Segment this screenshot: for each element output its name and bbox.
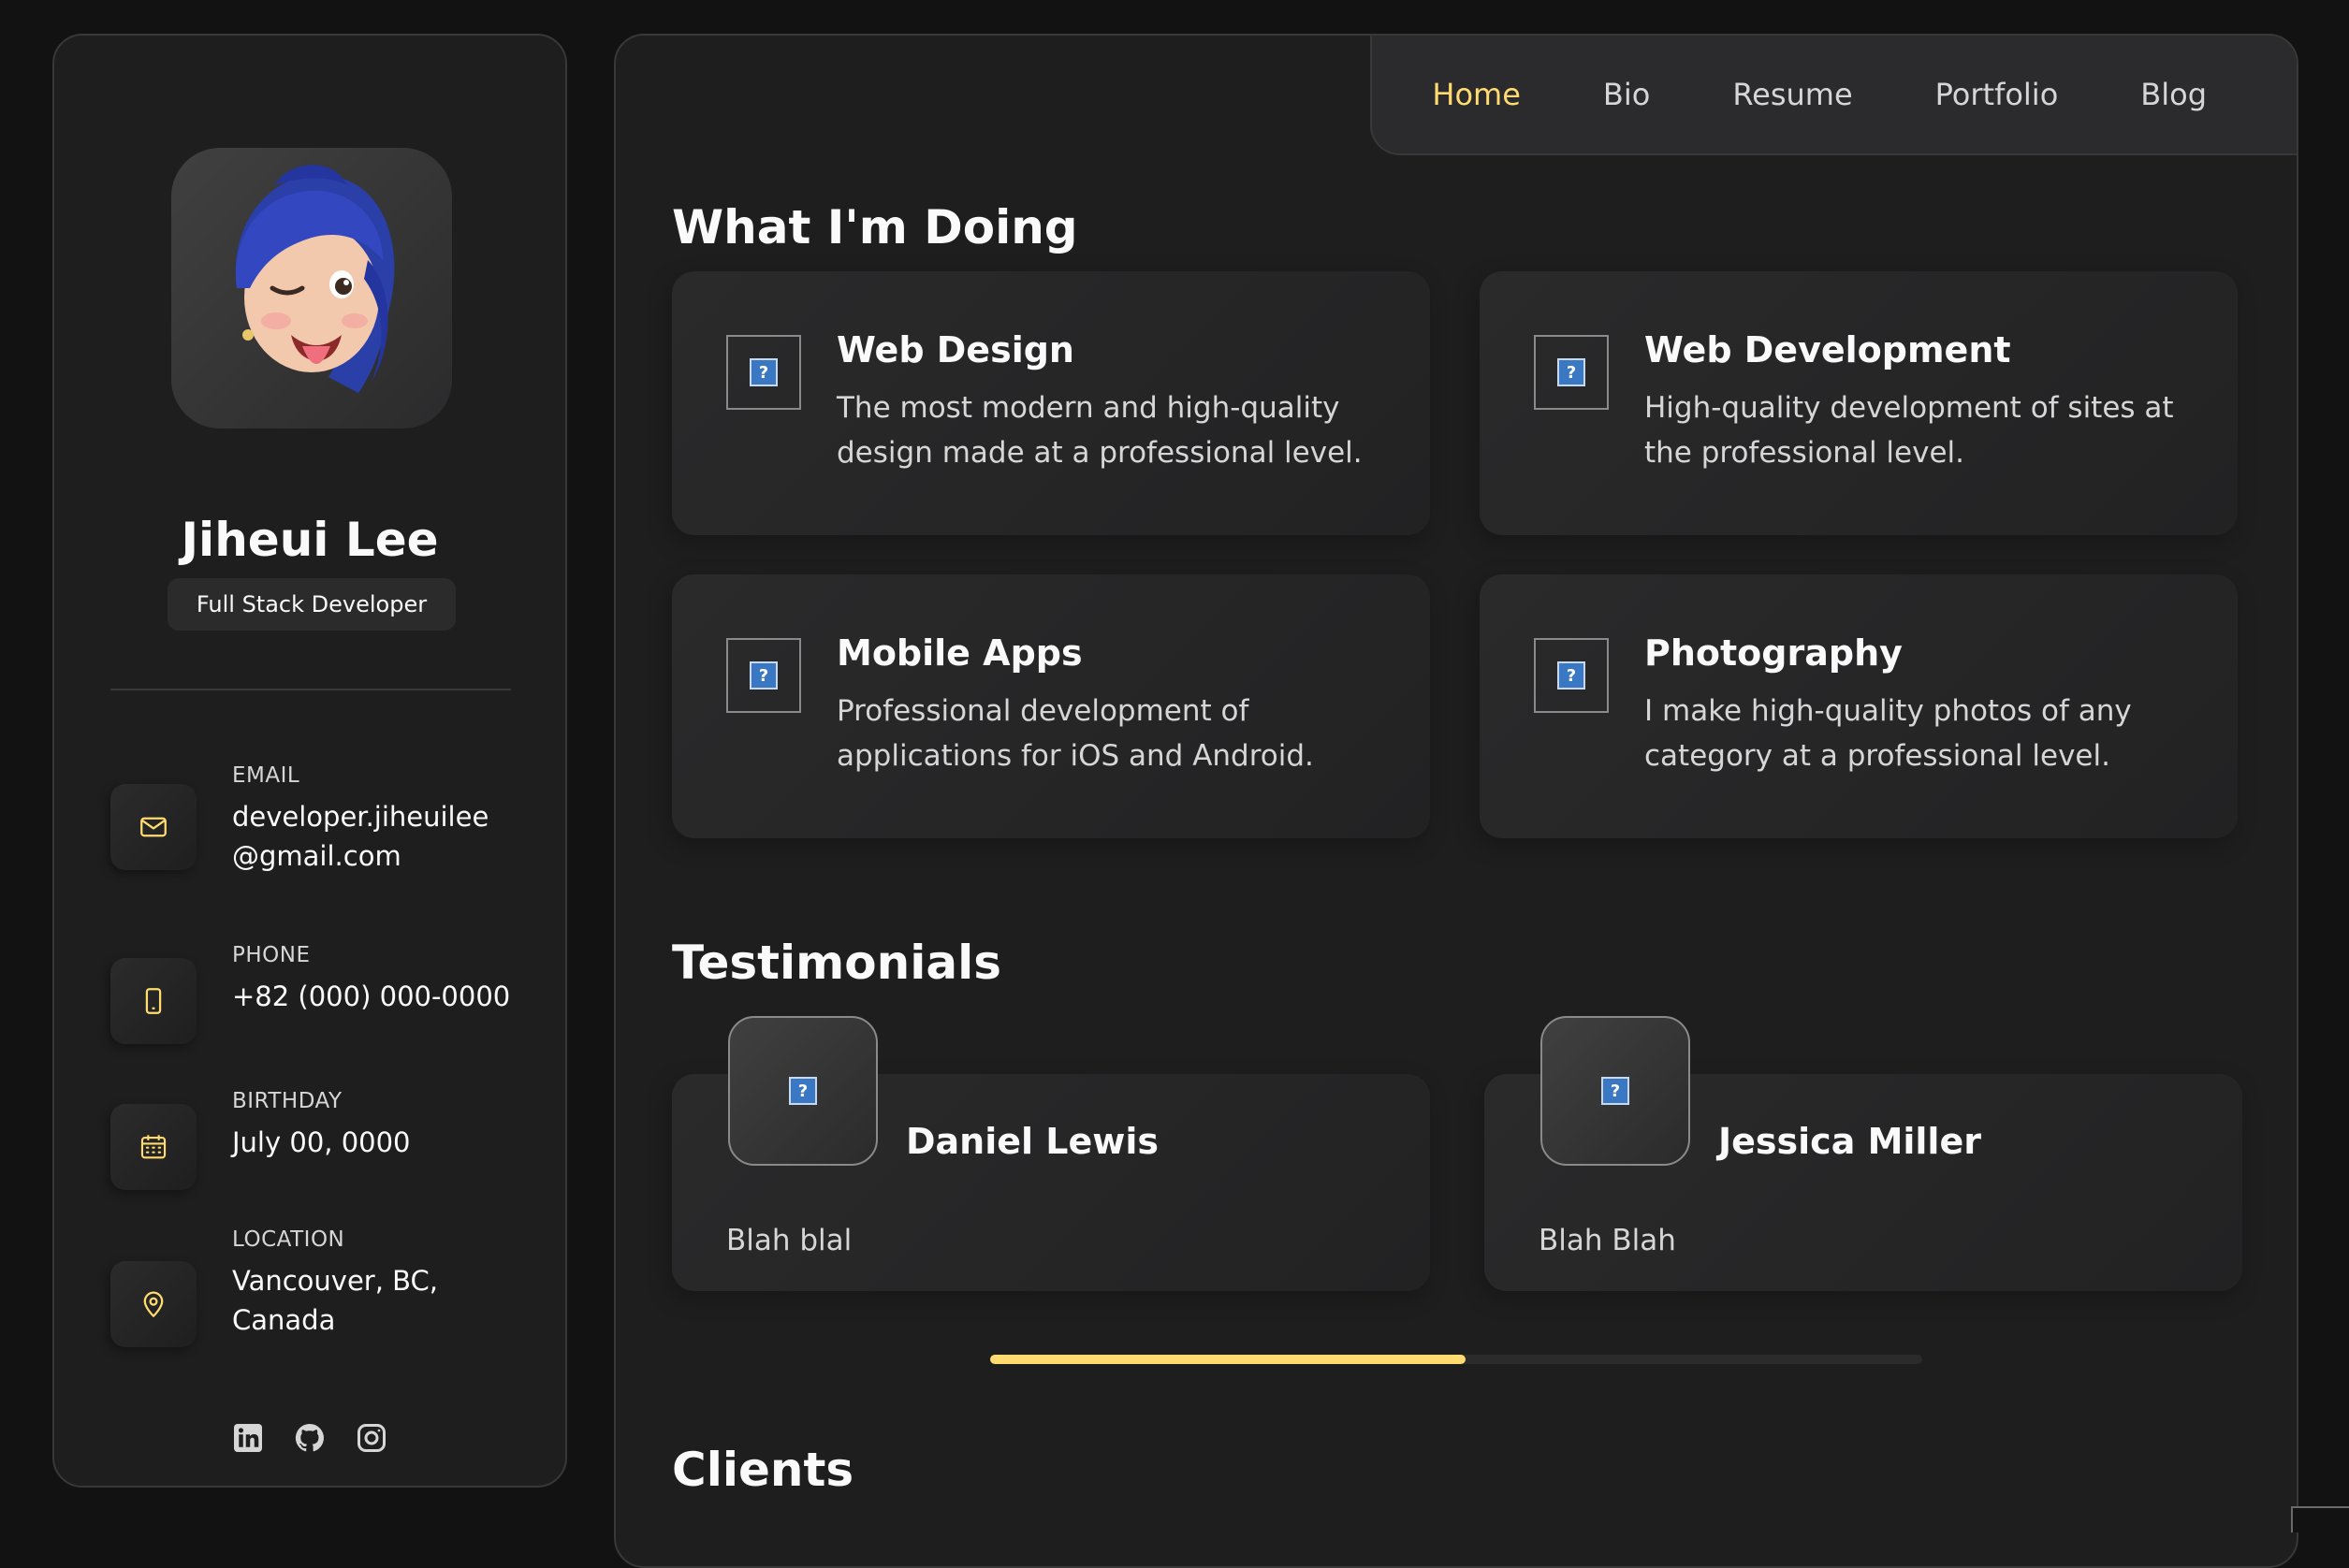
role-badge: Full Stack Developer [168,578,456,631]
testimonial-name: Daniel Lewis [906,1121,1160,1162]
testimonial-text: Blah Blah [1539,1224,1676,1257]
service-card-photography: ? Photography I make high-quality photos… [1480,574,2238,838]
contact-birthday: BIRTHDAY July 00, 0000 [110,1089,522,1201]
mail-icon [110,784,197,870]
broken-image-icon: ? [1534,638,1609,713]
corner-widget [2291,1506,2349,1532]
service-title: Web Development [1644,329,2011,370]
contact-phone-label: PHONE [232,943,311,967]
services-title: What I'm Doing [672,200,1078,254]
service-text: Professional development of applications… [837,694,1314,773]
contact-birthday-value: July 00, 0000 [232,1126,411,1158]
testimonials-title: Testimonials [672,936,1002,990]
main-content: Home Bio Resume Portfolio Blog What I'm … [614,34,2298,1568]
broken-image-icon: ? [726,638,801,713]
sidebar-divider [110,689,511,690]
social-links [54,1420,565,1456]
location-pin-icon [110,1261,197,1347]
testimonials-scrollbar[interactable] [990,1355,1922,1364]
service-card-web-development: ? Web Development High-quality developme… [1480,271,2238,535]
clients-title: Clients [672,1443,854,1497]
instagram-icon[interactable] [354,1420,389,1456]
avatar [171,148,452,428]
testimonial-text: Blah blal [726,1224,853,1257]
nav-blog[interactable]: Blog [2140,77,2207,112]
contact-email-value[interactable]: developer.jiheuilee @gmail.com [232,797,532,876]
github-icon[interactable] [292,1420,328,1456]
service-title: Mobile Apps [837,632,1083,674]
service-title: Photography [1644,632,1903,674]
sidebar: Jiheui Lee Full Stack Developer EMAIL de… [52,34,567,1488]
linkedin-icon[interactable] [230,1420,266,1456]
contact-phone-value[interactable]: +82 (000) 000-0000 [232,977,532,1016]
scrollbar-thumb[interactable] [990,1355,1466,1364]
memoji-avatar-icon [235,165,395,393]
calendar-icon [110,1104,197,1190]
testimonial-name: Jessica Miller [1718,1121,1981,1162]
broken-image-icon: ? [1601,1077,1629,1105]
phone-icon [110,958,197,1044]
navbar: Home Bio Resume Portfolio Blog [1370,36,2297,155]
testimonial-avatar: ? [1540,1016,1690,1166]
nav-portfolio[interactable]: Portfolio [1935,77,2059,112]
broken-image-icon: ? [726,335,801,410]
service-title: Web Design [837,329,1074,370]
contact-location-value: Vancouver, BC, Canada [232,1265,439,1336]
broken-image-icon: ? [789,1077,817,1105]
nav-resume[interactable]: Resume [1732,77,1852,112]
contact-location: LOCATION Vancouver, BC, Canada [110,1227,522,1368]
service-text: High-quality development of sites at the… [1644,391,2174,470]
service-text: The most modern and high-quality design … [837,391,1363,470]
profile-name: Jiheui Lee [181,513,439,567]
contact-email-label: EMAIL [232,763,300,788]
contact-phone: PHONE +82 (000) 000-0000 [110,943,522,1055]
service-card-mobile-apps: ? Mobile Apps Professional development o… [672,574,1430,838]
nav-home[interactable]: Home [1432,77,1521,112]
contact-location-label: LOCATION [232,1227,345,1252]
nav-bio[interactable]: Bio [1603,77,1650,112]
testimonial-avatar: ? [728,1016,878,1166]
service-card-web-design: ? Web Design The most modern and high-qu… [672,271,1430,535]
service-text: I make high-quality photos of any catego… [1644,694,2132,773]
broken-image-icon: ? [1534,335,1609,410]
contact-birthday-label: BIRTHDAY [232,1089,343,1113]
contact-email: EMAIL developer.jiheuilee @gmail.com [110,763,522,904]
